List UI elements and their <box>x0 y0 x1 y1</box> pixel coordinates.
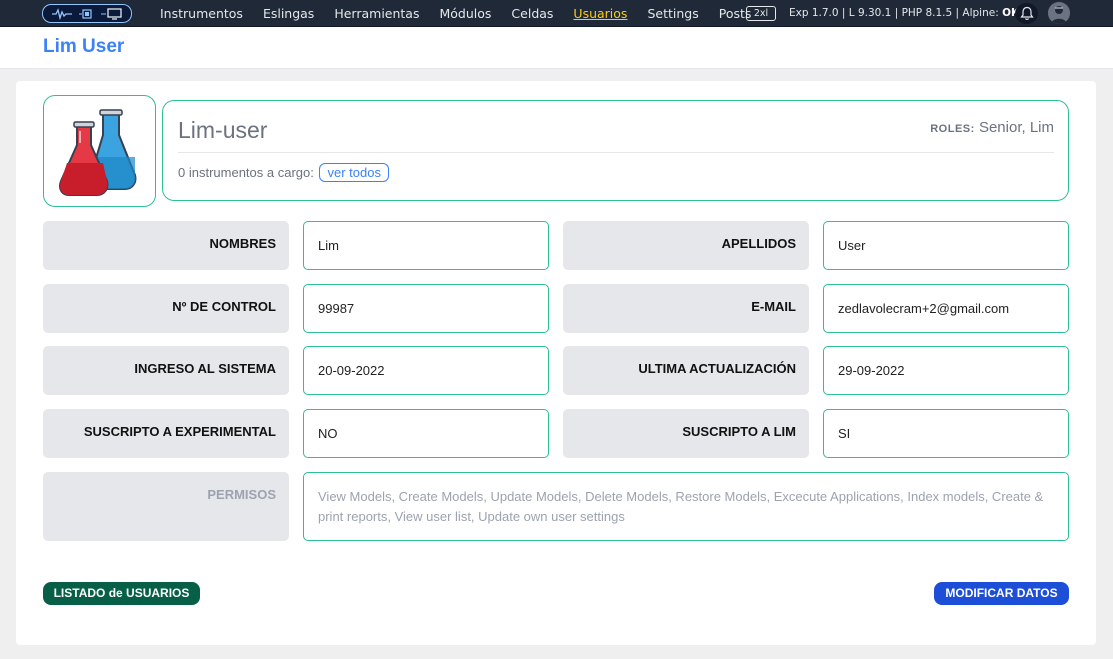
nav-herramientas[interactable]: Herramientas <box>334 6 419 21</box>
ingreso-label: INGRESO AL SISTEMA <box>43 346 289 395</box>
monitor-icon <box>101 7 122 20</box>
lim-label: SUSCRIPTO A LIM <box>563 409 809 458</box>
top-navbar: Instrumentos Eslingas Herramientas Módul… <box>0 0 1113 27</box>
roles-label: ROLES: <box>930 123 975 135</box>
user-avatar[interactable] <box>1048 2 1070 24</box>
user-image <box>43 95 156 207</box>
nav-modulos[interactable]: Módulos <box>439 6 491 21</box>
bell-icon <box>1019 6 1034 20</box>
control-value: 99987 <box>303 284 549 333</box>
lim-value: SI <box>823 409 1069 458</box>
nav-settings[interactable]: Settings <box>647 6 698 21</box>
instruments-summary: 0 instrumentos a cargo: ver todos <box>178 163 389 182</box>
page-title: Lim User <box>43 36 125 57</box>
experimental-label: SUSCRIPTO A EXPERIMENTAL <box>43 409 289 458</box>
username: Lim-user <box>178 117 268 143</box>
nav-celdas[interactable]: Celdas <box>511 6 553 21</box>
user-info-panel: Lim-user ROLES: Senior, Lim 0 instrument… <box>162 100 1069 201</box>
nav-links: Instrumentos Eslingas Herramientas Módul… <box>160 0 771 27</box>
nav-instrumentos[interactable]: Instrumentos <box>160 6 243 21</box>
apellidos-value: User <box>823 221 1069 270</box>
actualizacion-label: ULTIMA ACTUALIZACIÓN <box>563 346 809 395</box>
permisos-value: View Models, Create Models, Update Model… <box>303 472 1069 541</box>
permisos-label: PERMISOS <box>43 472 289 541</box>
control-label: Nº DE CONTROL <box>43 284 289 333</box>
view-all-button[interactable]: ver todos <box>319 163 389 182</box>
list-users-button[interactable]: LISTADO de USUARIOS <box>43 582 200 605</box>
page-header: Lim User <box>0 27 1113 69</box>
modify-data-button[interactable]: MODIFICAR DATOS <box>934 582 1069 605</box>
apellidos-label: APELLIDOS <box>563 221 809 270</box>
instruments-count-text: 0 instrumentos a cargo: <box>178 165 314 180</box>
version-text: Exp 1.7.0 | L 9.30.1 | PHP 8.1.5 | Alpin… <box>789 7 1003 19</box>
email-value: zedlavolecram+2@gmail.com <box>823 284 1069 333</box>
user-avatar-icon <box>1048 2 1070 24</box>
flasks-icon <box>58 109 136 196</box>
nav-usuarios[interactable]: Usuarios <box>573 6 627 21</box>
breakpoint-badge: 2xl <box>746 6 776 21</box>
divider <box>178 152 1054 153</box>
experimental-value: NO <box>303 409 549 458</box>
roles-value: Senior, Lim <box>978 119 1054 136</box>
actualizacion-value: 29-09-2022 <box>823 346 1069 395</box>
notifications-button[interactable] <box>1015 3 1038 24</box>
nav-eslingas[interactable]: Eslingas <box>263 6 314 21</box>
roles: ROLES: Senior, Lim <box>930 119 1054 136</box>
ingreso-value: 20-09-2022 <box>303 346 549 395</box>
nombres-label: NOMBRES <box>43 221 289 270</box>
nombres-value: Lim <box>303 221 549 270</box>
chip-icon <box>79 8 92 19</box>
signal-icon <box>52 7 72 20</box>
email-label: E-MAIL <box>563 284 809 333</box>
version-info: Exp 1.7.0 | L 9.30.1 | PHP 8.1.5 | Alpin… <box>789 7 1019 19</box>
app-logo[interactable] <box>42 4 132 23</box>
